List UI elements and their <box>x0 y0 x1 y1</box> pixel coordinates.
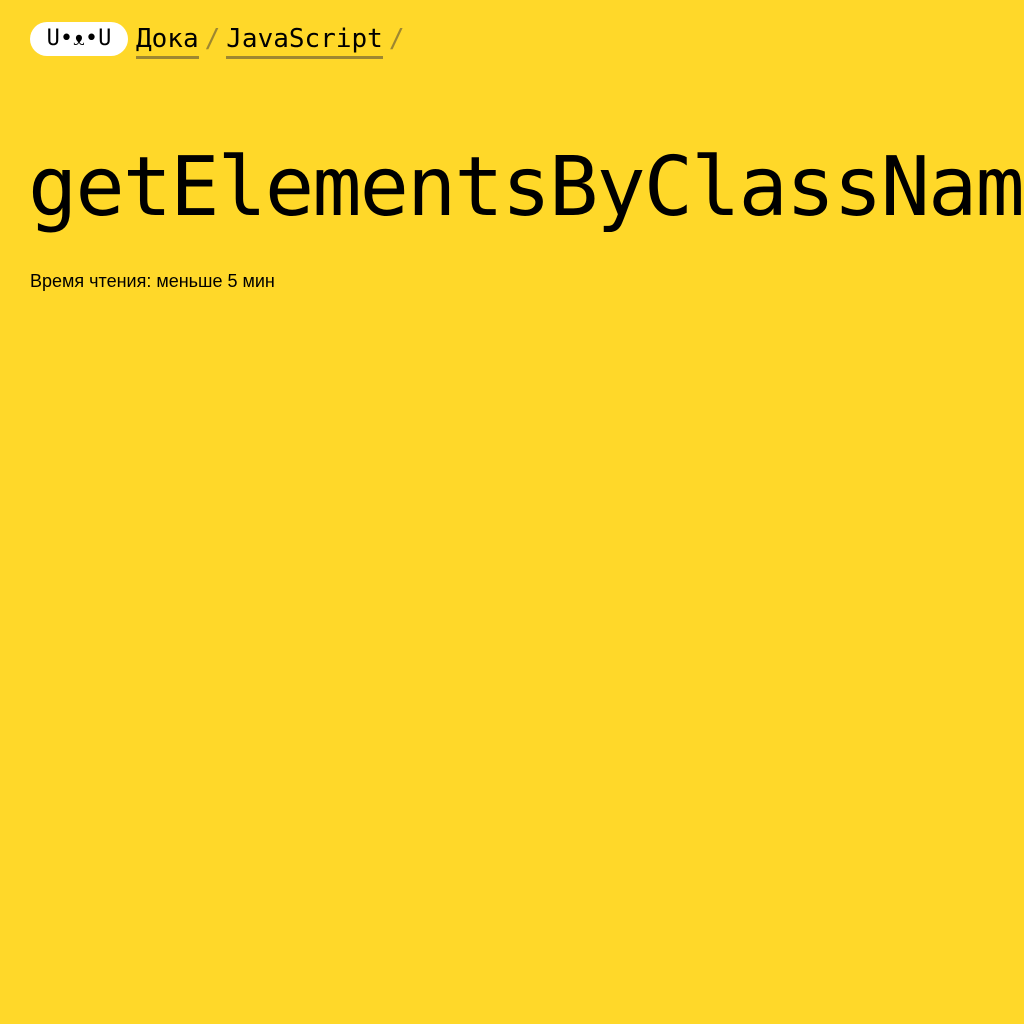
breadcrumb-item-doka[interactable]: Дока <box>136 22 199 59</box>
breadcrumb: U•ᴥ•U Дока / JavaScript / <box>30 22 410 62</box>
breadcrumb-separator: / <box>388 24 405 54</box>
home-logo[interactable]: U•ᴥ•U <box>30 22 128 56</box>
page-title: getElementsByClassName <box>28 140 1024 235</box>
logo-text: U•ᴥ•U <box>46 26 112 51</box>
breadcrumb-item-javascript[interactable]: JavaScript <box>226 22 383 59</box>
reading-time: Время чтения: меньше 5 мин <box>30 271 275 291</box>
page-content: U•ᴥ•U Дока / JavaScript / getElementsByC… <box>0 0 1024 1024</box>
breadcrumb-separator: / <box>204 24 221 54</box>
